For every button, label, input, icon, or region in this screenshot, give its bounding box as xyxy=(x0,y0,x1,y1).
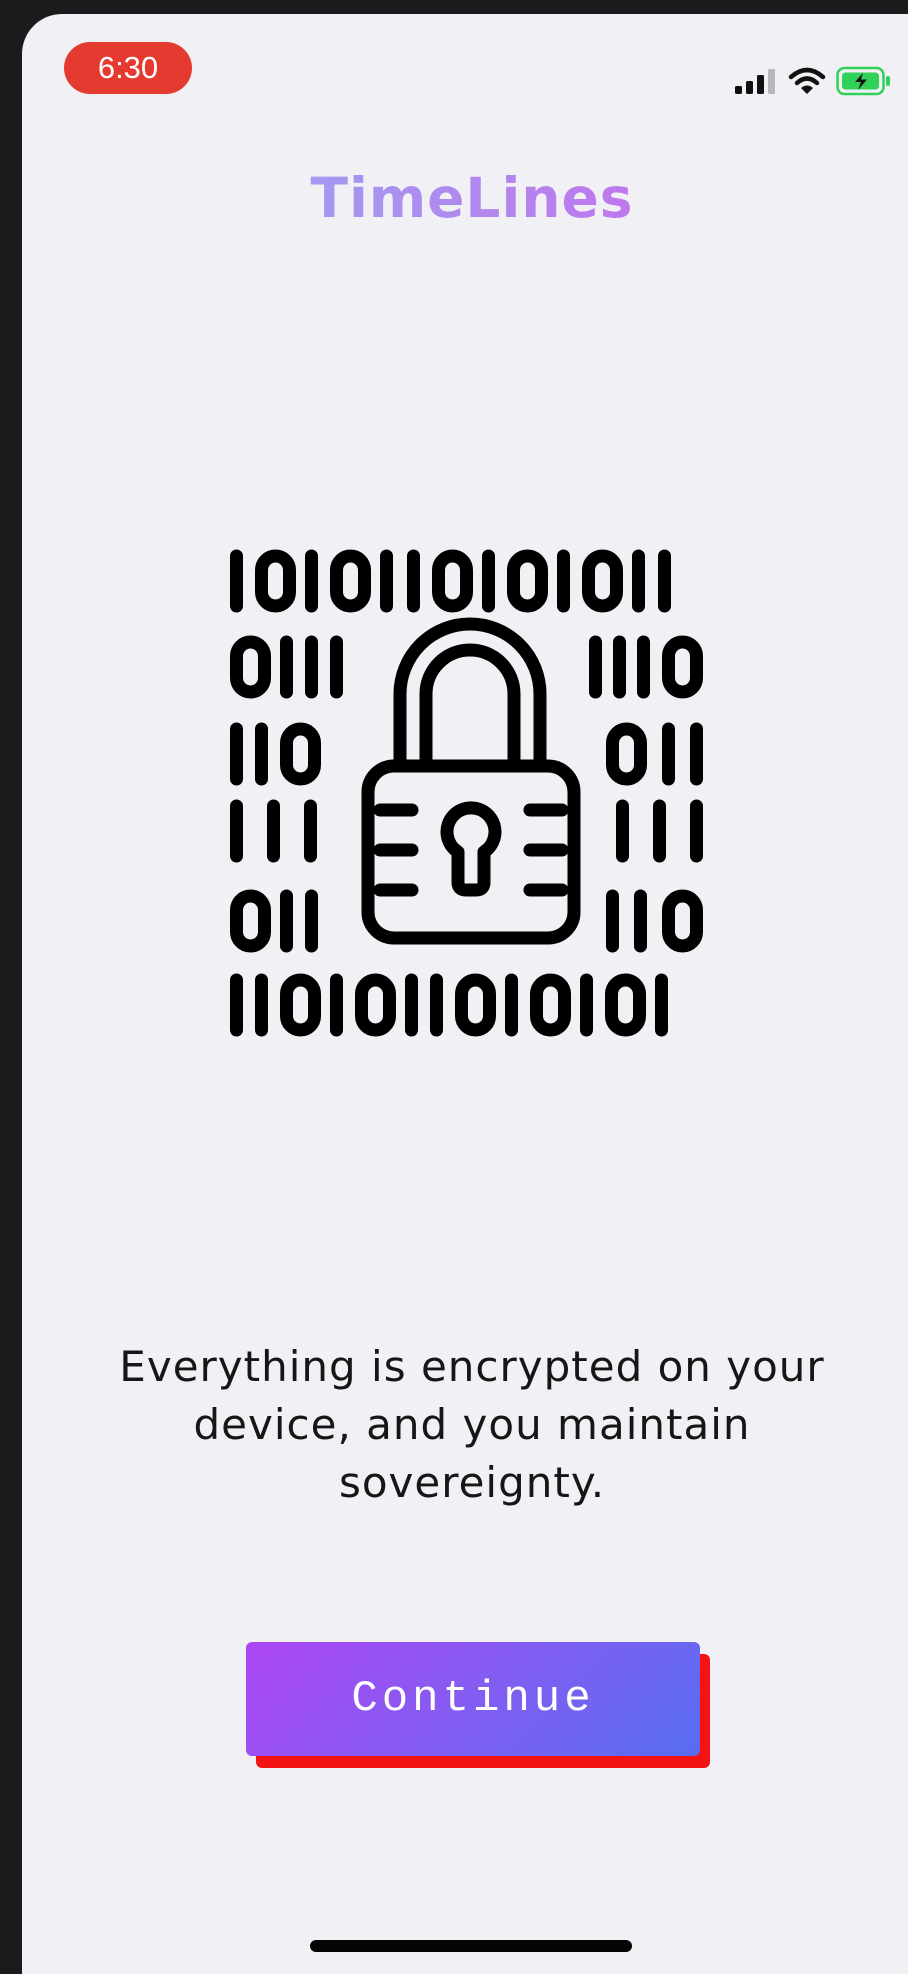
wifi-icon xyxy=(788,67,826,94)
home-indicator[interactable] xyxy=(310,1940,632,1952)
binary-lock-icon xyxy=(230,549,703,1037)
encryption-message: Everything is encrypted on your device, … xyxy=(119,1342,825,1507)
onboarding-screen: 6:30 TimeLines Everything is encrypted o… xyxy=(22,14,908,1974)
padlock xyxy=(361,617,581,945)
app-title: TimeLines xyxy=(22,166,908,230)
status-time-pill: 6:30 xyxy=(64,42,192,94)
status-icons xyxy=(734,64,892,98)
continue-button-label: Continue xyxy=(351,1674,595,1724)
battery-charging-icon xyxy=(836,66,890,96)
continue-button[interactable]: Continue xyxy=(246,1642,700,1756)
status-time: 6:30 xyxy=(97,50,159,85)
signal-icon xyxy=(735,69,775,94)
